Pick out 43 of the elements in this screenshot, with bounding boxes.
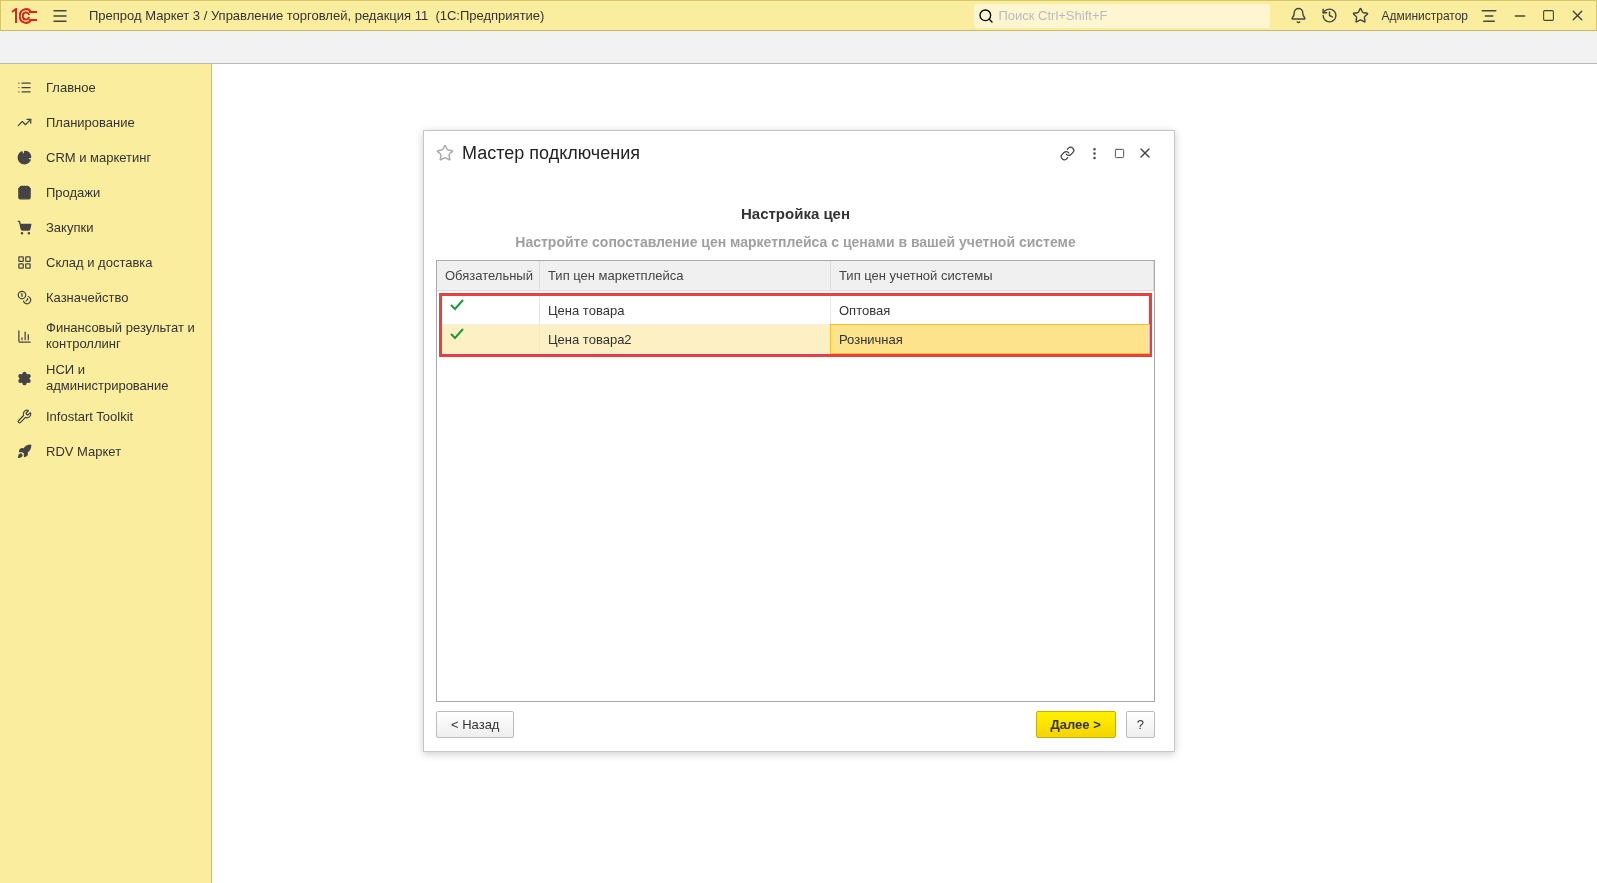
- back-button[interactable]: < Назад: [436, 711, 515, 738]
- table-cell: Розничная: [831, 325, 1149, 353]
- sidebar-item[interactable]: Финансовый результат и контроллинг: [0, 315, 211, 357]
- gear-icon: [17, 370, 32, 386]
- table-row[interactable]: Цена товара Оптовая: [442, 296, 1149, 325]
- maximize-icon[interactable]: [1540, 7, 1557, 24]
- sidebar-item[interactable]: Infostart Toolkit: [0, 399, 211, 434]
- sidebar-item[interactable]: Закупки: [0, 210, 211, 245]
- tools-icon: [17, 409, 32, 424]
- cart-icon: [17, 220, 32, 235]
- checkmark-icon[interactable]: [450, 299, 464, 311]
- section-subheading: Настройте сопоставление цен маркетплейса с ценами в вашей учетной системе: [514, 234, 1077, 250]
- search-field[interactable]: Поиск Ctrl+Shift+F: [974, 3, 1271, 28]
- table-row[interactable]: Цена товара2 Розничная: [442, 325, 1149, 354]
- grid-icon: [17, 255, 32, 270]
- table-cell: Цена товара: [540, 296, 831, 324]
- link-icon[interactable]: [1058, 143, 1077, 163]
- sidebar-item[interactable]: Продажи: [0, 175, 211, 210]
- sidebar-item[interactable]: НСИ и администрирование: [0, 357, 211, 399]
- column-header[interactable]: Обязательный: [437, 261, 540, 290]
- logo-icon: [9, 7, 39, 24]
- rocket-icon: [17, 444, 32, 459]
- sidebar-item[interactable]: Казначейство: [0, 280, 211, 315]
- coins-icon: [17, 290, 32, 305]
- user-name[interactable]: Администратор: [1381, 8, 1468, 23]
- sidebar-item[interactable]: CRM и маркетинг: [0, 140, 211, 175]
- sidebar-item[interactable]: Главное: [0, 70, 211, 105]
- list-icon: [17, 80, 32, 95]
- bar-chart-icon: [17, 328, 32, 344]
- window-title: Препрод Маркет 3 / Управление торговлей, редакция 11 (1С:Предприятие): [89, 8, 545, 23]
- section-heading: Настройка цен: [739, 205, 852, 222]
- dialog-title: Мастер подключения: [462, 142, 640, 164]
- sidebar-item[interactable]: RDV Маркет: [0, 434, 211, 469]
- column-header[interactable]: Тип цен учетной системы: [831, 261, 1154, 290]
- star-icon[interactable]: [436, 144, 454, 162]
- search-icon: [978, 7, 995, 24]
- next-button[interactable]: Далее >: [1035, 711, 1116, 738]
- sidebar-item[interactable]: Склад и доставка: [0, 245, 211, 280]
- sidebar-item[interactable]: Планирование: [0, 105, 211, 140]
- pie-chart-icon: [17, 150, 32, 165]
- checkmark-icon[interactable]: [450, 328, 464, 340]
- column-header[interactable]: Тип цен маркетплейса: [540, 261, 831, 290]
- help-button[interactable]: ?: [1125, 711, 1155, 738]
